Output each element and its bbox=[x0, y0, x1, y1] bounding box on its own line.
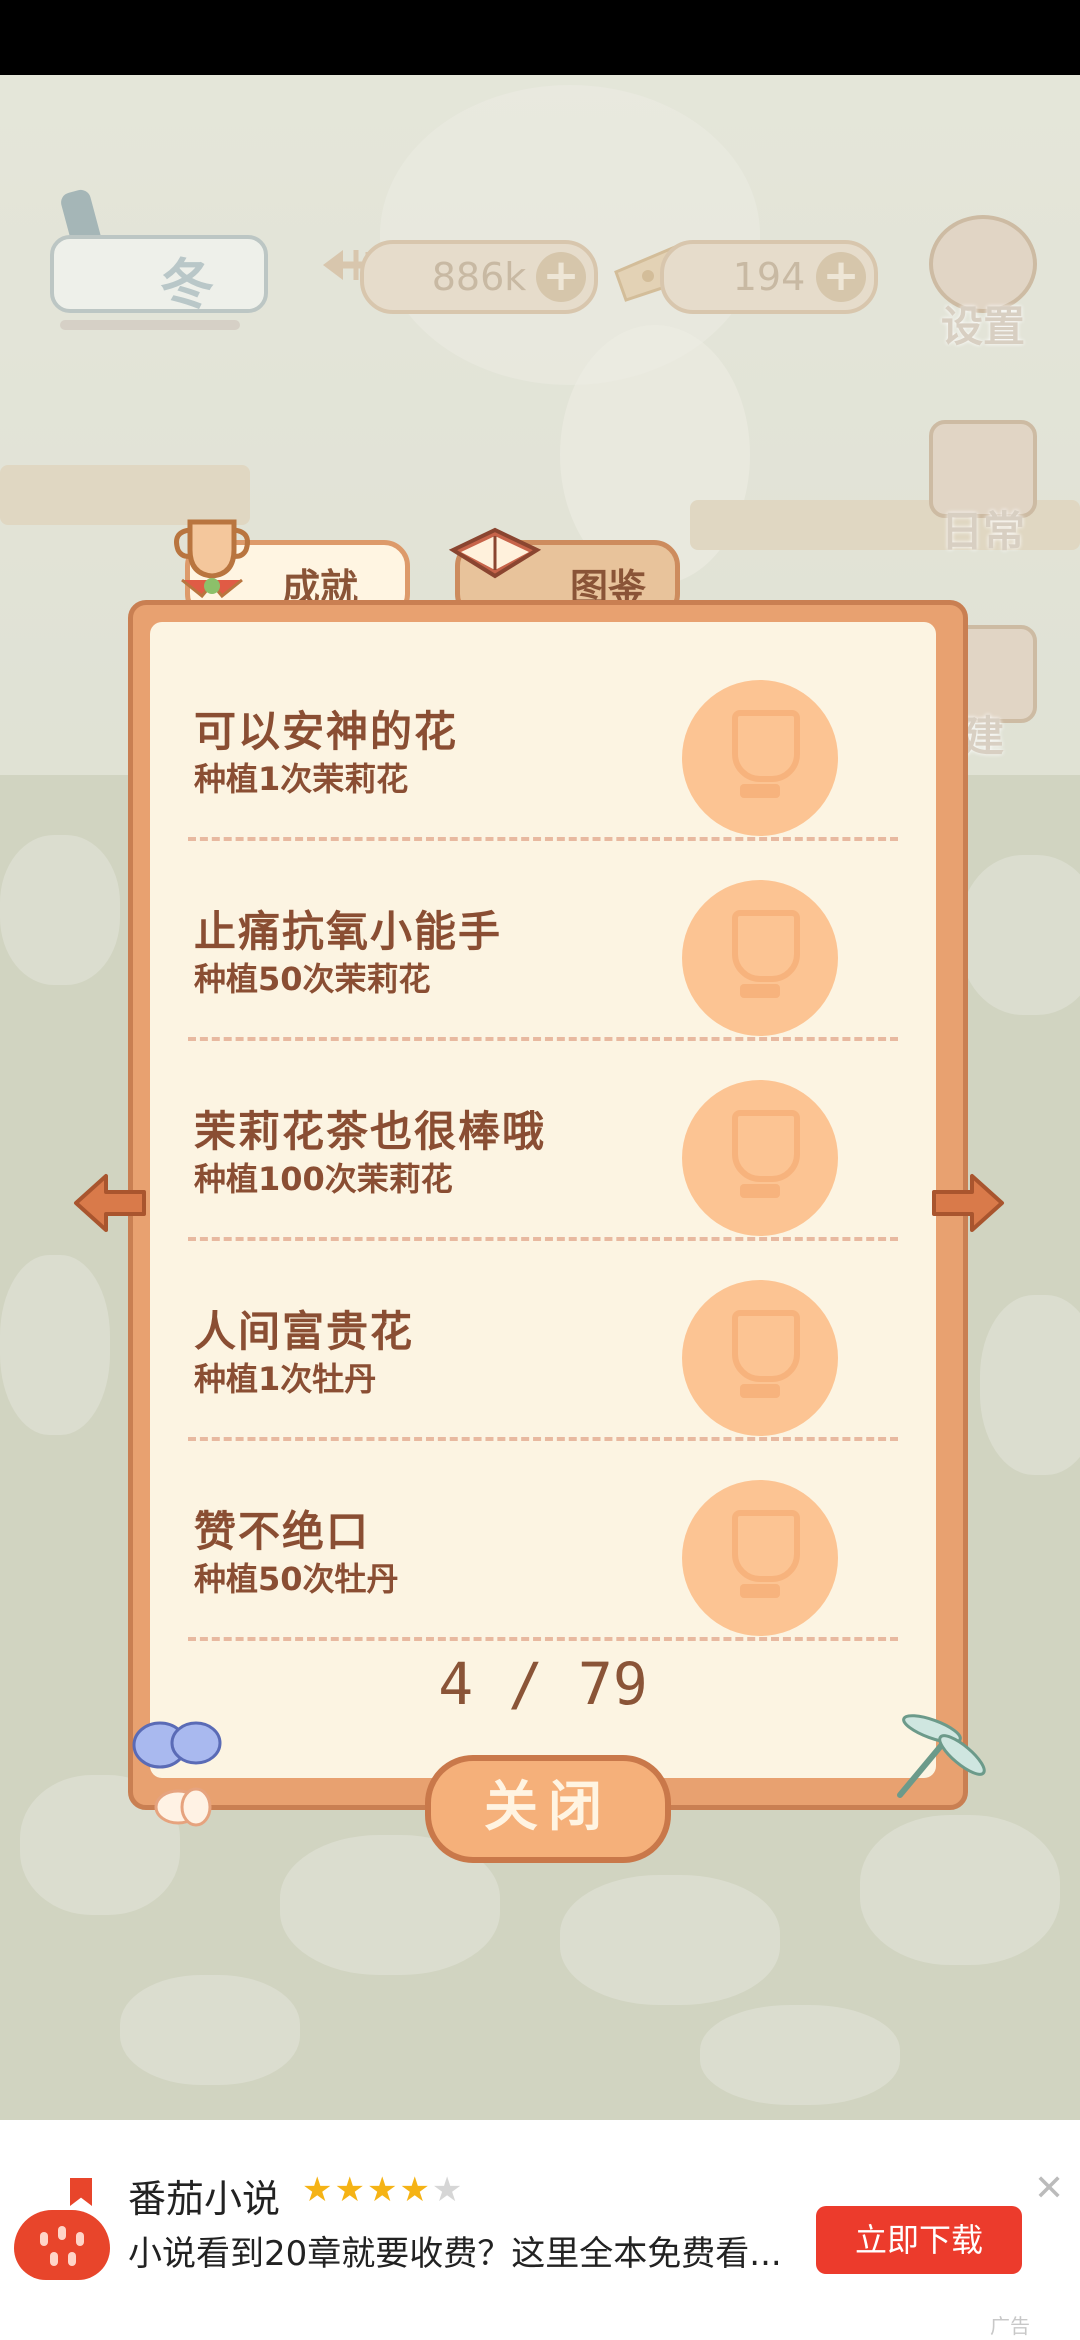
achievement-title: 赞不绝口 bbox=[194, 1507, 371, 1556]
download-button[interactable]: 立即下载 bbox=[816, 2206, 1022, 2274]
rating-stars-filled: ★★★★ bbox=[302, 2170, 432, 2210]
season-indicator[interactable]: 冬 bbox=[40, 180, 270, 330]
ad-label: 广告 bbox=[990, 2314, 1030, 2338]
cheese-currency: 194 + bbox=[660, 240, 878, 314]
add-cheese-button[interactable]: + bbox=[816, 252, 866, 302]
achievement-item: 赞不绝口 种植50次牡丹 bbox=[152, 1440, 934, 1641]
ad-tagline: 小说看到20章就要收费？这里全本免费看... bbox=[128, 2234, 782, 2274]
trophy-medal-icon bbox=[682, 880, 838, 1036]
fish-currency: 886k + bbox=[360, 240, 598, 314]
trophy-medal-icon bbox=[682, 680, 838, 836]
next-page-arrow-icon[interactable] bbox=[928, 1168, 1008, 1238]
season-label: 冬 bbox=[160, 253, 214, 316]
achievement-description: 种植1次茉莉花 bbox=[194, 760, 409, 798]
achievement-item: 可以安神的花 种植1次茉莉花 bbox=[152, 640, 934, 841]
divider bbox=[188, 1637, 898, 1641]
achievement-title: 茉莉花茶也很棒哦 bbox=[194, 1107, 547, 1156]
achievement-item: 茉莉花茶也很棒哦 种植100次茉莉花 bbox=[152, 1040, 934, 1241]
daily-label: 日常 bbox=[940, 507, 1025, 556]
achievement-title: 可以安神的花 bbox=[194, 707, 459, 756]
ad-app-name: 番茄小说 bbox=[128, 2177, 281, 2221]
achievement-item: 止痛抗氧小能手 种植50次茉莉花 bbox=[152, 840, 934, 1041]
status-bar bbox=[0, 0, 1080, 75]
achievement-description: 种植50次牡丹 bbox=[194, 1560, 399, 1598]
ad-banner[interactable]: 番茄小说 ★★★★★ 小说看到20章就要收费？这里全本免费看... 立即下载 ✕… bbox=[0, 2120, 1080, 2340]
tomato-app-icon[interactable] bbox=[14, 2210, 110, 2280]
book-icon bbox=[448, 527, 542, 579]
settings-button[interactable]: 设置 bbox=[928, 215, 1038, 354]
achievement-title: 止痛抗氧小能手 bbox=[194, 907, 503, 956]
daily-button[interactable]: 日常 bbox=[928, 420, 1038, 559]
achievement-description: 种植50次茉莉花 bbox=[194, 960, 431, 998]
rating-stars: ★★★★★ bbox=[302, 2170, 464, 2210]
trophy-medal-icon bbox=[682, 1280, 838, 1436]
trophy-medal-icon bbox=[682, 1480, 838, 1636]
previous-page-arrow-icon[interactable] bbox=[70, 1168, 150, 1238]
trophy-icon bbox=[174, 519, 250, 599]
achievement-item: 人间富贵花 种植1次牡丹 bbox=[152, 1240, 934, 1441]
achievement-description: 种植1次牡丹 bbox=[194, 1360, 377, 1398]
settings-label: 设置 bbox=[940, 302, 1025, 351]
achievement-description: 种植100次茉莉花 bbox=[194, 1160, 453, 1198]
add-fish-button[interactable]: + bbox=[536, 252, 586, 302]
close-ad-icon[interactable]: ✕ bbox=[1034, 2168, 1064, 2209]
trophy-medal-icon bbox=[682, 1080, 838, 1236]
close-button[interactable]: 关闭 bbox=[425, 1755, 671, 1863]
butterfly-icon bbox=[132, 1721, 222, 1827]
page-indicator: 4 / 79 bbox=[438, 1650, 648, 1718]
dragonfly-icon bbox=[897, 1714, 986, 1798]
bookmark-icon bbox=[70, 2178, 92, 2206]
rating-stars-empty: ★ bbox=[431, 2170, 465, 2210]
season-progress-bar bbox=[60, 320, 240, 330]
achievement-title: 人间富贵花 bbox=[194, 1307, 415, 1356]
